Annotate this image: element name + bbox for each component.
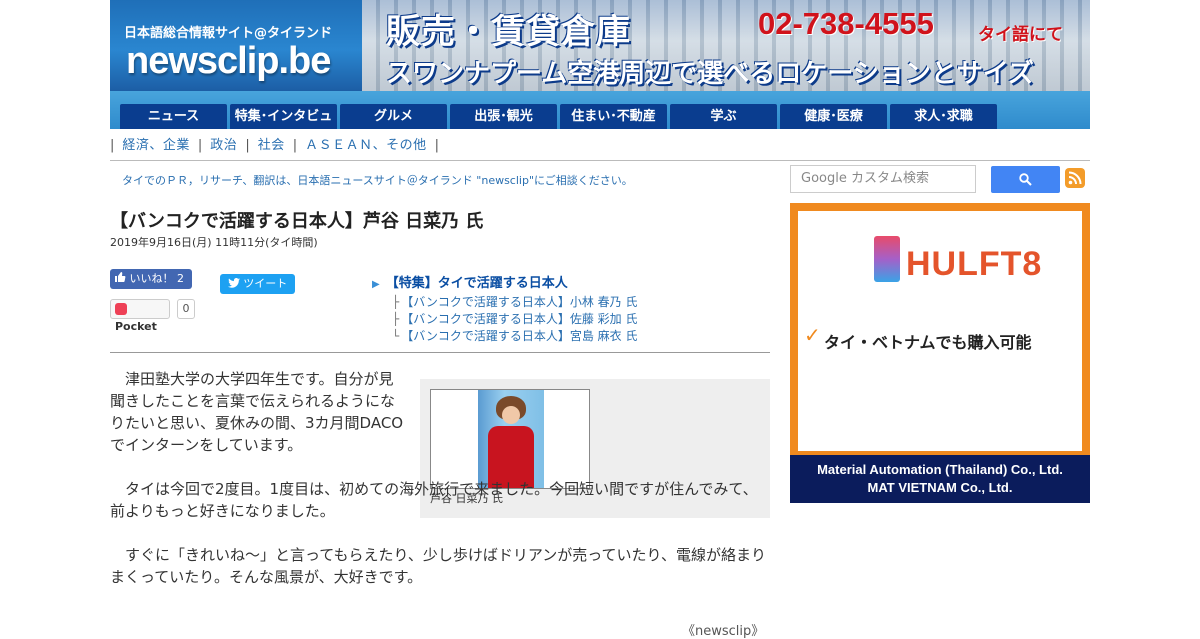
- like-count: 2: [177, 272, 184, 285]
- article-date: 2019年9月16日(月) 11時11分(タイ時間): [110, 236, 318, 249]
- site-header: 日本語総合情報サイト@タイランド newsclip.be 販売・賃貸倉庫 02-…: [110, 0, 1090, 91]
- search-button[interactable]: [991, 166, 1060, 193]
- pocket-count: 0: [177, 299, 195, 319]
- page: 日本語総合情報サイト@タイランド newsclip.be 販売・賃貸倉庫 02-…: [110, 0, 1090, 639]
- list-item[interactable]: ├ 【バンコクで活躍する日本人】佐藤 彩加 氏: [392, 311, 637, 328]
- subnav-politics[interactable]: 政治: [210, 138, 237, 153]
- nav-item-travel[interactable]: 出張･観光: [450, 104, 557, 129]
- pocket-button[interactable]: Pocket: [110, 299, 170, 333]
- banner-headline: 販売・賃貸倉庫: [386, 12, 631, 52]
- pocket-icon: [115, 303, 127, 315]
- promo-link[interactable]: タイでのＰＲ，リサーチ、翻訳は、日本語ニュースサイト＠タイランド "newscl…: [122, 172, 633, 188]
- nav-item-news[interactable]: ニュース: [120, 104, 227, 129]
- facebook-like-button[interactable]: いいね！ 2: [110, 269, 192, 289]
- logo-subtitle: 日本語総合情報サイト@タイランド: [124, 26, 333, 41]
- sidebar-ad[interactable]: HULFT8 ✓ タイ・ベトナムでも購入可能 Material Automati…: [790, 203, 1090, 503]
- logo-title: newsclip.be: [126, 40, 331, 82]
- special-feature-box: ▶ 【特集】タイで活躍する日本人 ├ 【バンコクで活躍する日本人】小林 春乃 氏 ├…: [372, 272, 637, 345]
- ad-footer: Material Automation (Thailand) Co., Ltd.…: [790, 455, 1090, 503]
- ad-company-2: MAT VIETNAM Co., Ltd.: [867, 480, 1013, 495]
- like-label: いいね！: [129, 272, 174, 285]
- divider: [110, 160, 1090, 161]
- nav-item-gourmet[interactable]: グルメ: [340, 104, 447, 129]
- search-input[interactable]: Google カスタム検索: [790, 165, 976, 193]
- sub-nav: | 経済、企業 | 政治 | 社会 | ＡＳＥＡＮ、その他 |: [110, 138, 440, 153]
- article-paragraph: タイは今回で2度目。1度目は、初めての海外旅行で来ました。今回短い間ですが住んで…: [110, 480, 758, 520]
- nav-item-housing[interactable]: 住まい･不動産: [560, 104, 667, 129]
- triangle-right-icon: ▶: [372, 279, 380, 290]
- subnav-economy[interactable]: 経済、企業: [122, 138, 190, 153]
- banner-phone-note: タイ語にて: [978, 25, 1063, 45]
- list-item[interactable]: └ 【バンコクで活躍する日本人】宮島 麻衣 氏: [392, 328, 637, 345]
- hulft-logo-icon: [874, 236, 900, 282]
- site-logo[interactable]: 日本語総合情報サイト@タイランド newsclip.be: [110, 0, 362, 91]
- pocket-label: Pocket: [115, 320, 157, 333]
- tweet-label: ツイート: [243, 277, 288, 290]
- banner-phone: 02-738-4555: [758, 6, 934, 41]
- article-title: 【バンコクで活躍する日本人】芦谷 日菜乃 氏: [110, 211, 484, 232]
- subnav-society[interactable]: 社会: [258, 138, 285, 153]
- nav-item-health[interactable]: 健康･医療: [780, 104, 887, 129]
- rss-icon[interactable]: [1065, 168, 1085, 188]
- special-heading[interactable]: 【特集】タイで活躍する日本人: [386, 276, 568, 291]
- article-body: 津田塾大学の大学四年生です。自分が見聞きしたことを言葉で伝えられるようになりたい…: [110, 368, 770, 610]
- checkmark-icon: ✓: [804, 323, 821, 347]
- ad-brand: HULFT8: [906, 245, 1043, 283]
- tweet-button[interactable]: ツイート: [220, 274, 295, 294]
- twitter-bird-icon: [227, 278, 240, 288]
- header-banner-ad[interactable]: 販売・賃貸倉庫 02-738-4555 タイ語にて スワンナプーム空港周辺で選べ…: [362, 0, 1090, 91]
- list-item[interactable]: ├ 【バンコクで活躍する日本人】小林 春乃 氏: [392, 294, 637, 311]
- ad-tagline: タイ・ベトナムでも購入可能: [824, 333, 1032, 352]
- article-paragraph: 津田塾大学の大学四年生です。自分が見聞きしたことを言葉で伝えられるようになりたい…: [110, 370, 404, 454]
- banner-subline: スワンナプーム空港周辺で選べるロケーションとサイズ: [386, 59, 1034, 89]
- search-icon: [1019, 173, 1032, 186]
- ad-company-1: Material Automation (Thailand) Co., Ltd.: [817, 462, 1063, 477]
- subnav-asean[interactable]: ＡＳＥＡＮ、その他: [305, 138, 427, 153]
- special-list: ├ 【バンコクで活躍する日本人】小林 春乃 氏 ├ 【バンコクで活躍する日本人】佐藤…: [372, 294, 637, 345]
- nav-item-jobs[interactable]: 求人･求職: [890, 104, 997, 129]
- main-nav: ニュース 特集･インタビュー グルメ 出張･観光 住まい･不動産 学ぶ 健康･医…: [110, 91, 1090, 149]
- nav-item-features[interactable]: 特集･インタビュー: [230, 104, 337, 149]
- thumbs-up-icon: [115, 272, 126, 282]
- nav-item-learn[interactable]: 学ぶ: [670, 104, 777, 129]
- article-divider: [110, 352, 770, 353]
- article-paragraph: すぐに「きれいね～」と言ってもらえたり、少し歩けばドリアンが売っていたり、電線が…: [110, 546, 766, 586]
